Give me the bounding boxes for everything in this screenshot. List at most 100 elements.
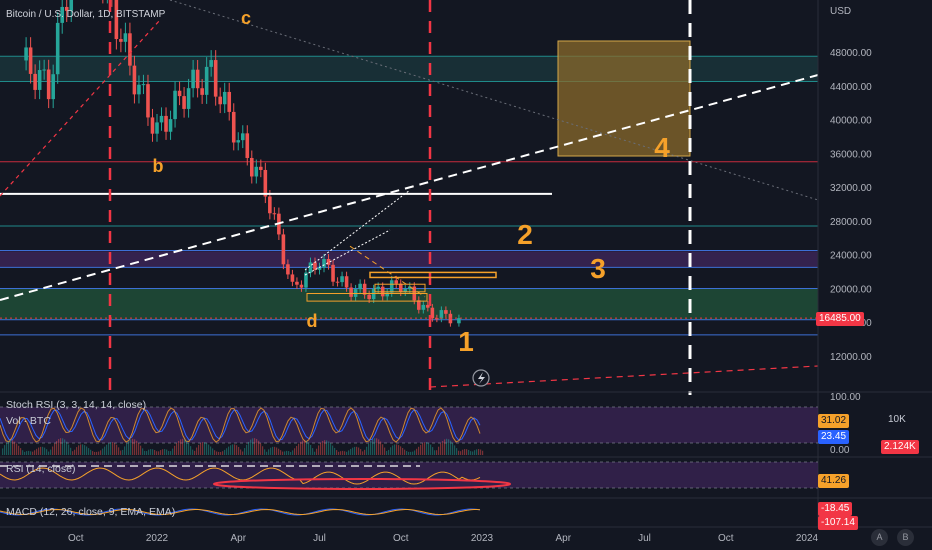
candle-body-77	[367, 294, 371, 300]
volume-bar	[470, 451, 472, 455]
macd-tag-2: -107.14	[818, 516, 858, 530]
price-tick-label: 28000.00	[830, 217, 872, 228]
time-tick-label: 2023	[471, 533, 494, 544]
volume-bar	[344, 451, 346, 455]
volume-bar	[92, 451, 94, 455]
candle-body-49	[240, 133, 245, 141]
candle-body-24	[128, 33, 132, 66]
auto-scale-button[interactable]: A	[871, 529, 888, 546]
volume-bar	[268, 449, 270, 455]
volume-bar	[12, 440, 14, 455]
volume-bar	[266, 451, 268, 455]
candle-body-22	[119, 39, 123, 42]
stoch-rsi-label[interactable]: Stoch RSI (3, 3, 14, 14, close)	[6, 399, 146, 411]
candle-body-48	[236, 140, 241, 143]
volume-bar	[372, 439, 374, 455]
volume-bar	[124, 446, 126, 455]
volume-bar	[120, 450, 122, 455]
candle-body-54	[263, 169, 268, 197]
bottom-button[interactable]: B	[897, 529, 914, 546]
volume-bar	[166, 449, 168, 455]
volume-bar	[152, 449, 154, 455]
volume-bar	[378, 439, 380, 455]
volume-bar	[400, 446, 402, 455]
volume-bar	[366, 446, 368, 455]
volume-bar	[264, 449, 266, 455]
price-tick-label: 20000.00	[830, 284, 872, 295]
volume-bar	[170, 451, 172, 455]
candle-body-89	[421, 304, 426, 310]
time-tick-label: Jul	[638, 533, 651, 544]
volume-bar	[10, 440, 12, 455]
volume-bar	[298, 443, 300, 455]
volume-bar	[280, 450, 282, 455]
volume-bar	[196, 447, 198, 455]
volume-bar	[216, 451, 218, 455]
bitcoin-chart: 48000.00 44000.00 40000.00 36000.00 32000.00…	[0, 0, 932, 550]
volume-bar	[22, 450, 24, 455]
volume-bar	[410, 451, 412, 455]
candle-body-59	[286, 264, 290, 275]
volume-bar	[480, 449, 482, 455]
volume-bar	[182, 438, 184, 455]
candle-body-73	[349, 287, 353, 297]
volume-bar	[82, 444, 84, 455]
candle-body-56	[272, 213, 277, 215]
volume-bar	[382, 444, 384, 455]
volume-bar	[36, 448, 38, 455]
volume-bar	[168, 450, 170, 455]
volume-bar	[478, 449, 480, 455]
volume-bar	[220, 451, 222, 455]
stoch-axis-100: 100.00	[830, 392, 861, 403]
time-tick-label: Oct	[718, 533, 734, 544]
volume-bar	[262, 446, 264, 455]
price-tick-label: 32000.00	[830, 183, 872, 194]
candle-body-26	[137, 84, 141, 95]
volume-bar	[282, 451, 284, 455]
volume-bar	[414, 450, 416, 455]
volume-bar	[386, 450, 388, 455]
volume-bar	[352, 447, 354, 455]
volume-bar	[110, 442, 112, 455]
volume-bar	[44, 447, 46, 455]
volume-bar	[84, 445, 86, 455]
volume-bar	[398, 445, 400, 455]
volume-label[interactable]: Vol · BTC	[6, 415, 51, 427]
volume-bar	[300, 441, 302, 455]
volume-bar	[118, 447, 120, 455]
stoch-axis-0: 0.00	[830, 445, 850, 456]
volume-bar	[128, 440, 130, 455]
target-label-3: 3	[590, 253, 606, 284]
time-tick-label: Apr	[555, 533, 571, 544]
volume-bar	[322, 440, 324, 455]
volume-bar	[380, 441, 382, 455]
volume-bar	[60, 438, 62, 455]
candle-body-74	[353, 289, 358, 297]
volume-bar	[74, 449, 76, 455]
rsi-label[interactable]: RSI (14, close)	[6, 463, 75, 475]
candle-body-5	[42, 69, 46, 71]
volume-bar	[368, 443, 370, 455]
volume-bar	[336, 450, 338, 455]
volume-bar	[210, 446, 212, 455]
volume-bar	[140, 445, 142, 455]
volume-bar	[358, 447, 360, 455]
volume-bar	[70, 447, 72, 455]
volume-bar	[238, 446, 240, 455]
volume-bar	[286, 450, 288, 455]
volume-bar	[88, 448, 90, 455]
macd-label[interactable]: MACD (12, 26, close, 9, EMA, EMA)	[6, 506, 175, 518]
volume-bar	[106, 444, 108, 455]
time-tick-label: Oct	[68, 533, 84, 544]
volume-bar	[102, 448, 104, 455]
price-tick-label: 36000.00	[830, 149, 872, 160]
volume-bar	[390, 447, 392, 455]
volume-bar	[304, 440, 306, 455]
volume-bar	[426, 442, 428, 455]
volume-bar	[330, 443, 332, 455]
candle-body-41	[204, 66, 209, 95]
volume-bar	[348, 450, 350, 455]
volume-bar	[404, 449, 406, 455]
volume-bar	[296, 445, 298, 455]
candle-body-35	[177, 90, 182, 97]
